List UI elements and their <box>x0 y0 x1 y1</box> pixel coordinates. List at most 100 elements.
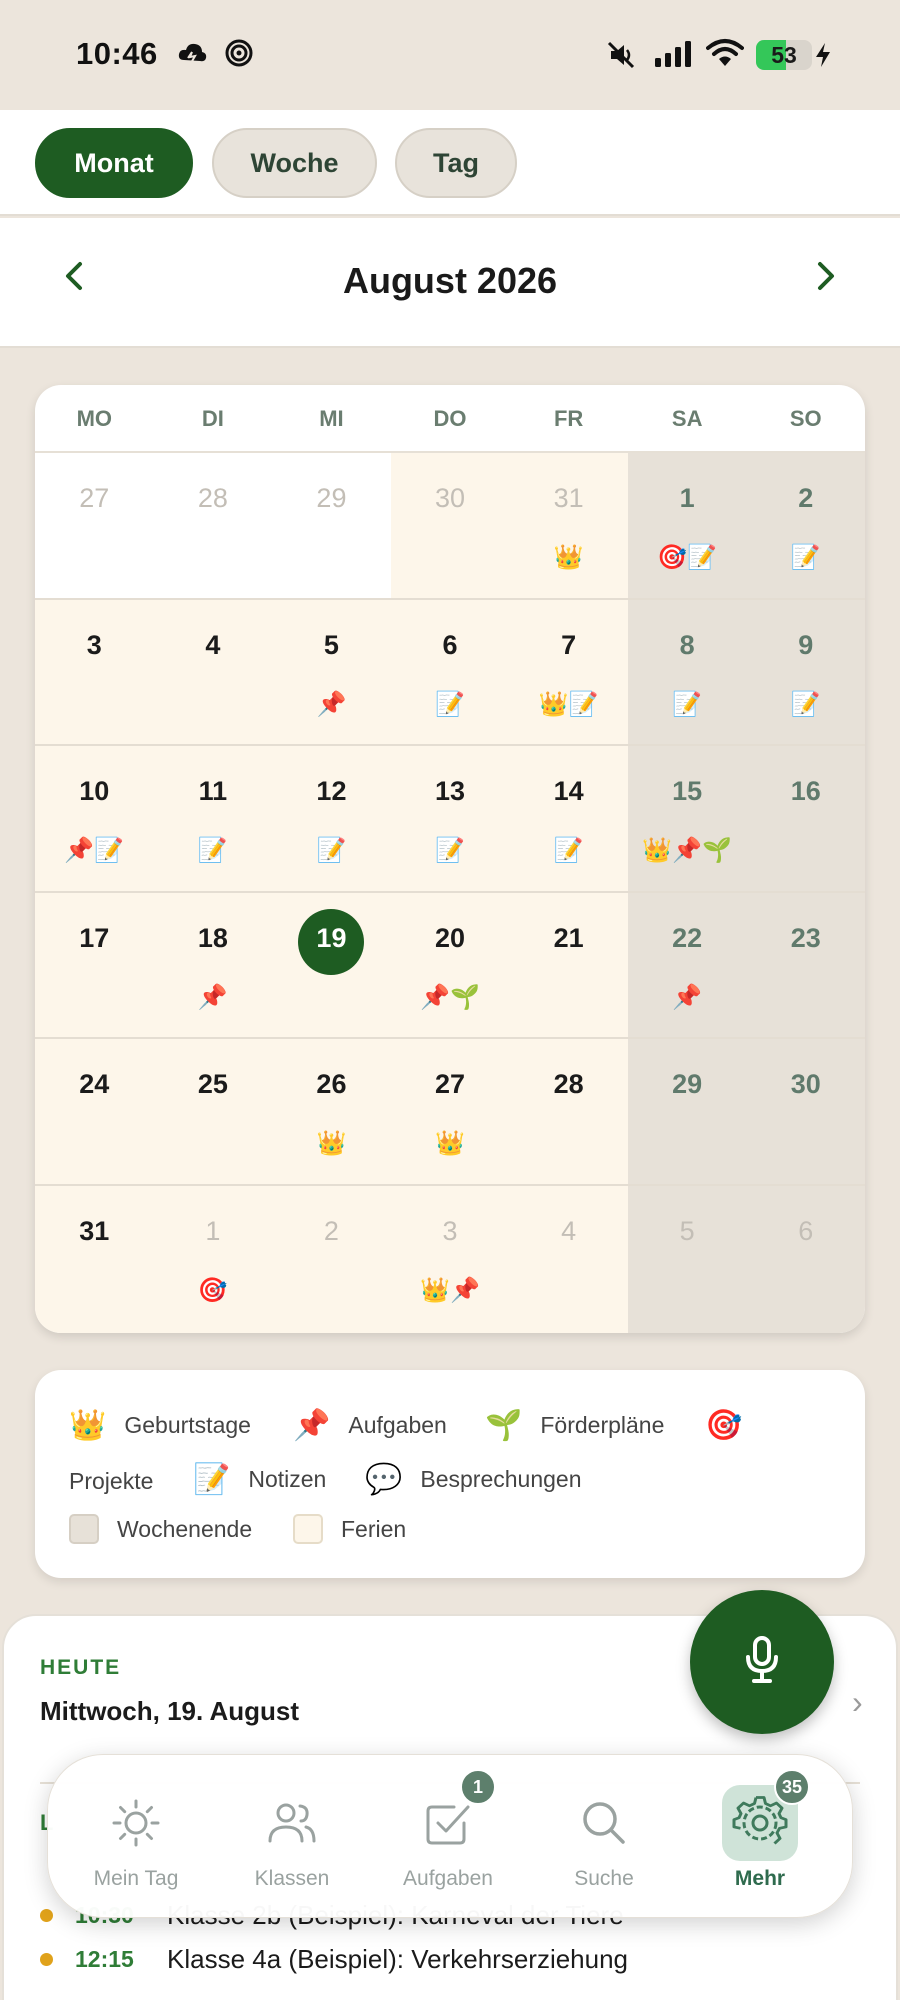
month-title: August 2026 <box>342 260 558 301</box>
day-number: 29 <box>672 1069 703 1100</box>
day-cell[interactable]: 29 <box>627 1039 747 1184</box>
day-cell[interactable]: 31 👑 <box>509 453 628 598</box>
day-cell[interactable]: 3 <box>35 599 154 745</box>
crown-icon: 👑 <box>69 1409 107 1442</box>
day-number: 14 <box>553 776 584 807</box>
nav-klassen[interactable]: Klassen <box>214 1755 370 1919</box>
day-cell[interactable]: 18 📌 <box>153 892 273 1038</box>
day-cell[interactable]: 5 <box>627 1185 747 1333</box>
day-cell[interactable]: 12 📝 <box>272 746 391 891</box>
legend-besprechungen: 💬 Besprechungen <box>365 1462 581 1497</box>
weekday-header: MO DI MI DO FR SA SO <box>35 385 865 453</box>
voice-input-button[interactable] <box>690 1590 834 1734</box>
day-event-icons: 🎯📝 <box>657 544 718 571</box>
day-number: 4 <box>205 629 221 660</box>
day-cell[interactable]: 5 📌 <box>272 599 391 745</box>
day-cell[interactable]: 11 📝 <box>153 746 273 891</box>
day-cell[interactable]: 17 <box>35 892 154 1038</box>
weekday-label: FR <box>553 406 584 431</box>
day-number: 2 <box>798 483 814 513</box>
legend-label: Notizen <box>248 1466 327 1492</box>
day-cell[interactable]: 16 <box>746 746 865 891</box>
day-cell[interactable]: 2 📝 <box>746 453 865 598</box>
event-title: Klasse 4a (Beispiel): Verkehrserziehung <box>167 1944 629 1974</box>
next-month-button[interactable] <box>796 248 856 308</box>
day-cell[interactable]: 15 👑📌🌱 <box>627 746 747 891</box>
weekend-swatch <box>69 1514 99 1544</box>
day-number: 31 <box>553 483 584 513</box>
speech-bubble-icon: 💬 <box>365 1463 403 1496</box>
day-cell[interactable]: 9 📝 <box>746 599 865 745</box>
nav-aufgaben[interactable]: 1 Aufgaben <box>370 1755 526 1919</box>
weekday-label: SO <box>789 406 822 431</box>
day-cell[interactable]: 14 📝 <box>509 746 628 891</box>
day-cell[interactable]: 30 <box>746 1039 865 1184</box>
tab-woche[interactable]: Woche <box>212 128 377 198</box>
day-number: 16 <box>790 776 821 807</box>
wifi-icon <box>706 38 744 73</box>
day-cell[interactable]: 25 <box>153 1039 273 1184</box>
day-cell[interactable]: 6 <box>746 1185 865 1333</box>
day-cell[interactable]: 30 <box>390 453 510 598</box>
day-cell[interactable]: 8 📝 <box>627 599 747 745</box>
day-cell[interactable]: 1 🎯 <box>153 1185 273 1333</box>
day-event-icons: 📌 <box>316 690 347 718</box>
day-cell[interactable]: 24 <box>35 1039 154 1184</box>
event-dot <box>40 1953 53 1966</box>
today-label: HEUTE <box>40 1656 122 1679</box>
day-cell[interactable]: 28 <box>153 453 273 598</box>
day-number: 31 <box>79 1215 110 1246</box>
day-cell[interactable]: 29 <box>272 453 391 598</box>
day-number: 28 <box>553 1069 584 1100</box>
day-number: 22 <box>672 922 703 953</box>
weekday-label: DO <box>433 406 467 431</box>
day-cell[interactable]: 21 <box>509 892 628 1038</box>
nav-suche[interactable]: Suche <box>526 1755 682 1919</box>
day-event-icons: 📌📝 <box>64 837 125 865</box>
day-event-icons: 📝 <box>672 690 703 718</box>
day-number: 9 <box>798 629 814 660</box>
day-cell[interactable]: 23 <box>746 892 865 1038</box>
day-event-icons: 👑📌 <box>420 1276 480 1304</box>
day-number: 30 <box>435 483 466 513</box>
day-event-icons: 👑📌🌱 <box>642 837 732 865</box>
nav-mehr[interactable]: 35 Mehr <box>682 1755 838 1919</box>
legend-foerderplaene: 🌱 Förderpläne <box>485 1408 664 1443</box>
day-cell[interactable]: 28 <box>509 1039 628 1184</box>
tab-tag[interactable]: Tag <box>395 128 517 198</box>
day-cell[interactable]: 27 👑 <box>390 1039 510 1184</box>
nav-label: Mein Tag <box>93 1867 179 1890</box>
chevron-right-icon[interactable]: › <box>852 1684 863 1721</box>
mute-icon <box>606 40 636 75</box>
nav-label: Klassen <box>254 1867 330 1890</box>
month-calendar: MO DI MI DO FR SA SO 27 28 29 30 31 👑 1 🎯📝 2 📝 3 4 5 📌 6 📝 7 👑📝… <box>35 385 865 1333</box>
day-event-icons: 📌 <box>672 983 703 1011</box>
day-cell[interactable]: 4 <box>153 599 273 745</box>
day-cell[interactable]: 10 📌📝 <box>35 746 154 891</box>
day-number: 30 <box>790 1069 821 1100</box>
event-dot <box>40 1909 53 1922</box>
day-cell[interactable]: 27 <box>35 453 154 598</box>
day-cell[interactable]: 13 📝 <box>390 746 510 891</box>
tab-monat[interactable]: Monat <box>35 128 193 198</box>
day-cell[interactable]: 6 📝 <box>390 599 510 745</box>
day-event-icons: 👑 <box>553 544 584 571</box>
today-date: Mittwoch, 19. August <box>40 1696 300 1726</box>
day-event-icons: 👑 <box>435 1130 465 1158</box>
day-number: 12 <box>316 776 347 807</box>
day-cell-today[interactable]: 19 <box>272 892 391 1038</box>
day-cell[interactable]: 4 <box>509 1185 628 1333</box>
legend-label: Besprechungen <box>420 1466 582 1492</box>
day-cell[interactable]: 7 👑📝 <box>509 599 628 745</box>
day-cell[interactable]: 3 👑📌 <box>390 1185 510 1333</box>
day-event-icons: 📝 <box>435 690 465 718</box>
day-cell[interactable]: 22 📌 <box>627 892 747 1038</box>
day-event-icons: 👑📝 <box>538 690 599 718</box>
day-cell[interactable]: 2 <box>272 1185 391 1333</box>
day-cell[interactable]: 26 👑 <box>272 1039 391 1184</box>
today-event[interactable]: 12:15 Klasse 4a (Beispiel): Verkehrserzi… <box>40 1944 628 1975</box>
day-cell[interactable]: 20 📌🌱 <box>390 892 510 1038</box>
day-cell[interactable]: 1 🎯📝 <box>627 453 747 598</box>
nav-mein-tag[interactable]: Mein Tag <box>58 1755 214 1919</box>
day-cell[interactable]: 31 <box>35 1185 154 1333</box>
